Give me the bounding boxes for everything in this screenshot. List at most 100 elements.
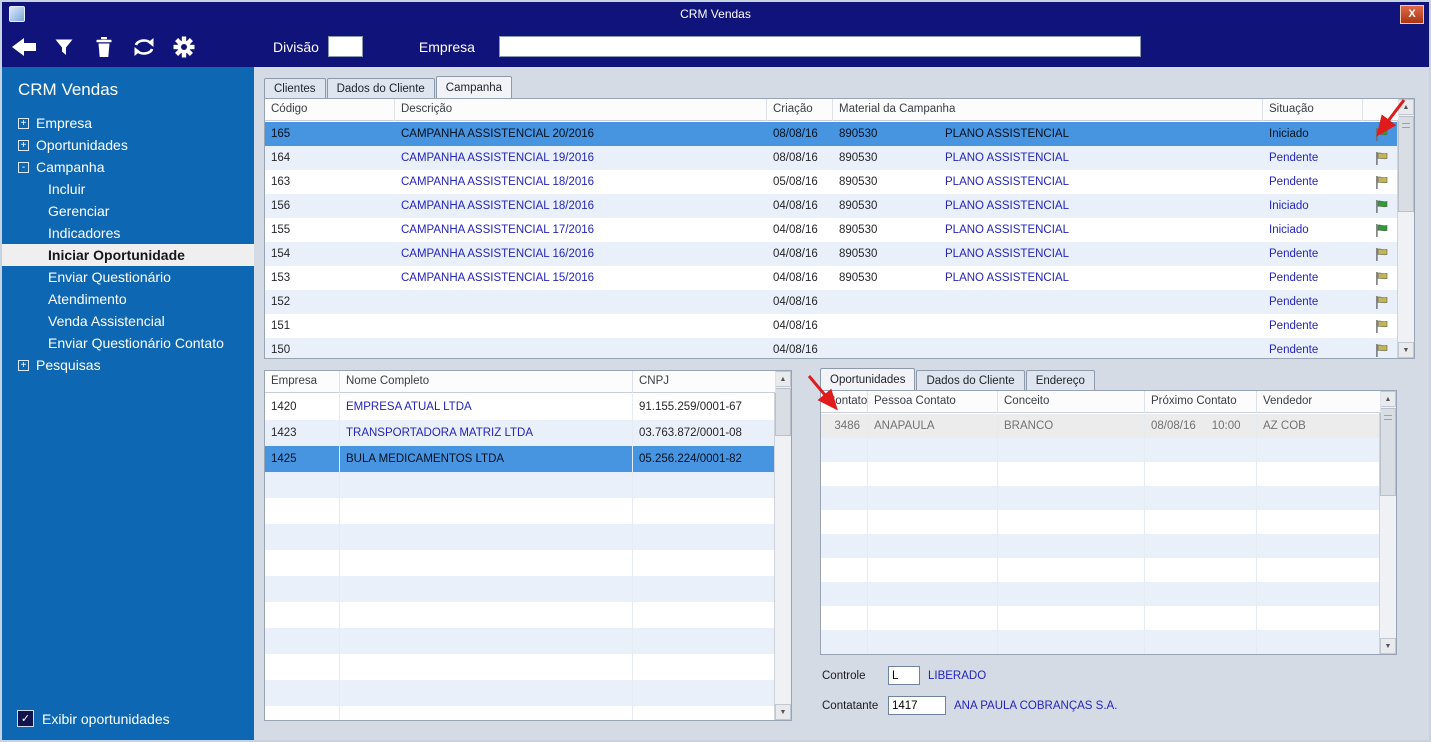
contact-row-empty[interactable] [821, 606, 1379, 630]
company-row[interactable]: 1420 EMPRESA ATUAL LTDA 91.155.259/0001-67 [265, 394, 774, 420]
sidebar-item-enviar-question-rio[interactable]: Enviar Questionário [2, 266, 254, 288]
company-row-empty[interactable] [265, 550, 774, 576]
sidebar-item-empresa[interactable]: + Empresa [2, 112, 254, 134]
expand-icon[interactable]: + [18, 139, 29, 151]
checkbox-check-icon[interactable]: ✓ [17, 710, 34, 727]
delete-icon[interactable] [90, 34, 117, 60]
column-header-proximo-contato[interactable]: Próximo Contato [1145, 391, 1257, 413]
scroll-thumb[interactable] [775, 388, 791, 436]
company-scrollbar[interactable]: ▲ ▼ [774, 371, 791, 720]
close-button[interactable]: X [1400, 4, 1424, 24]
contact-row-empty[interactable] [821, 630, 1379, 654]
company-row[interactable]: 1423 TRANSPORTADORA MATRIZ LTDA 03.763.872… [265, 420, 774, 446]
campaign-row[interactable]: 151 04/08/16 Pendente [265, 314, 1397, 338]
cell-criacao: 04/08/16 [773, 200, 818, 212]
column-header-codigo[interactable]: Código [265, 99, 395, 121]
cell-contato [821, 510, 868, 534]
tab-endere-o[interactable]: Endereço [1025, 370, 1095, 390]
column-header-criacao[interactable]: Criação [767, 99, 833, 121]
collapse-icon[interactable]: - [18, 161, 29, 173]
contact-row-empty[interactable] [821, 534, 1379, 558]
contact-row-empty[interactable] [821, 558, 1379, 582]
campaign-row[interactable]: 164 CAMPANHA ASSISTENCIAL 19/2016 08/08/16… [265, 146, 1397, 170]
column-header-vendedor[interactable]: Vendedor [1257, 391, 1381, 413]
cell-conceito [998, 510, 1145, 534]
contacts-scrollbar[interactable]: ▲ ▼ [1379, 391, 1396, 654]
sidebar-item-atendimento[interactable]: Atendimento [2, 288, 254, 310]
column-header-descricao[interactable]: Descrição [395, 99, 767, 121]
campaign-scrollbar[interactable]: ▲ ▼ [1397, 99, 1414, 358]
campaign-row[interactable]: 152 04/08/16 Pendente [265, 290, 1397, 314]
campaign-row[interactable]: 156 CAMPANHA ASSISTENCIAL 18/2016 04/08/16… [265, 194, 1397, 218]
settings-icon[interactable] [170, 34, 197, 60]
campaign-row[interactable]: 163 CAMPANHA ASSISTENCIAL 18/2016 05/08/16… [265, 170, 1397, 194]
campaign-row[interactable]: 153 CAMPANHA ASSISTENCIAL 15/2016 04/08/16… [265, 266, 1397, 290]
contact-row-empty[interactable] [821, 438, 1379, 462]
sidebar-item-indicadores[interactable]: Indicadores [2, 222, 254, 244]
filter-icon[interactable] [50, 34, 77, 60]
company-row-empty[interactable] [265, 680, 774, 706]
contact-row-empty[interactable] [821, 582, 1379, 606]
scroll-down-button[interactable]: ▼ [1398, 342, 1414, 358]
campaign-row[interactable]: 165 CAMPANHA ASSISTENCIAL 20/2016 08/08/16… [265, 122, 1397, 146]
sidebar-item-incluir[interactable]: Incluir [2, 178, 254, 200]
company-row-empty[interactable] [265, 524, 774, 550]
column-header-pessoa-contato[interactable]: Pessoa Contato [868, 391, 998, 413]
sidebar-item-oportunidades[interactable]: + Oportunidades [2, 134, 254, 156]
expand-icon[interactable]: + [18, 359, 29, 371]
scroll-up-button[interactable]: ▲ [1398, 99, 1414, 115]
company-row-empty[interactable] [265, 602, 774, 628]
campaign-row[interactable]: 154 CAMPANHA ASSISTENCIAL 16/2016 04/08/16… [265, 242, 1397, 266]
company-row-empty[interactable] [265, 654, 774, 680]
campaign-row[interactable]: 150 04/08/16 Pendente [265, 338, 1397, 358]
campaign-row[interactable]: 155 CAMPANHA ASSISTENCIAL 17/2016 04/08/16… [265, 218, 1397, 242]
controle-input[interactable] [888, 666, 920, 685]
flag-yellow-icon [1363, 314, 1397, 338]
refresh-icon[interactable] [130, 34, 157, 60]
sidebar-item-enviar-question-rio-contato[interactable]: Enviar Questionário Contato [2, 332, 254, 354]
expand-icon[interactable]: + [18, 117, 29, 129]
sidebar-item-campanha[interactable]: - Campanha [2, 156, 254, 178]
tab-dados-do-cliente[interactable]: Dados do Cliente [916, 370, 1025, 390]
cell-material: PLANO ASSISTENCIAL [945, 272, 1069, 284]
column-header-situacao[interactable]: Situação [1263, 99, 1363, 121]
sidebar-item-iniciar-oportunidade[interactable]: Iniciar Oportunidade [2, 244, 254, 266]
tab-oportunidades[interactable]: Oportunidades [820, 368, 916, 390]
sidebar-item-label: Pesquisas [36, 357, 101, 373]
tab-dados-do-cliente[interactable]: Dados do Cliente [326, 78, 435, 98]
cell-contato: 3486 [821, 414, 868, 438]
sidebar-item-gerenciar[interactable]: Gerenciar [2, 200, 254, 222]
contatante-input[interactable] [888, 696, 946, 715]
scroll-thumb[interactable] [1380, 408, 1396, 496]
company-row-empty[interactable] [265, 472, 774, 498]
column-header-contato[interactable]: Contato [821, 391, 868, 413]
empresa-input[interactable] [498, 36, 1141, 57]
scroll-up-button[interactable]: ▲ [775, 371, 791, 387]
contact-row[interactable]: 3486 ANAPAULA BRANCO 08/08/16 10:00 AZ COB [821, 414, 1379, 438]
tab-campanha[interactable]: Campanha [435, 76, 513, 98]
contact-row-empty[interactable] [821, 462, 1379, 486]
divisao-input[interactable] [327, 36, 363, 57]
sidebar-item-venda-assistencial[interactable]: Venda Assistencial [2, 310, 254, 332]
scroll-down-button[interactable]: ▼ [775, 704, 791, 720]
column-header-nome-completo[interactable]: Nome Completo [340, 371, 633, 393]
back-icon[interactable] [10, 34, 37, 60]
sidebar-item-pesquisas[interactable]: + Pesquisas [2, 354, 254, 376]
contact-row-empty[interactable] [821, 510, 1379, 534]
column-header-cnpj[interactable]: CNPJ [633, 371, 776, 393]
column-header-material[interactable]: Material da Campanha [833, 99, 1263, 121]
contact-row-empty[interactable] [821, 486, 1379, 510]
scroll-down-button[interactable]: ▼ [1380, 638, 1396, 654]
scroll-thumb[interactable] [1398, 116, 1414, 212]
column-header-conceito[interactable]: Conceito [998, 391, 1145, 413]
tab-clientes[interactable]: Clientes [264, 78, 326, 98]
company-row[interactable]: 1425 BULA MEDICAMENTOS LTDA 05.256.224/000… [265, 446, 774, 472]
company-row-empty[interactable] [265, 498, 774, 524]
toolbar: Divisão Empresa [2, 26, 1429, 67]
scroll-up-button[interactable]: ▲ [1380, 391, 1396, 407]
company-row-empty[interactable] [265, 628, 774, 654]
company-row-empty[interactable] [265, 706, 774, 720]
column-header-empresa[interactable]: Empresa [265, 371, 340, 393]
exibir-oportunidades-checkbox[interactable]: ✓ Exibir oportunidades [17, 710, 170, 727]
company-row-empty[interactable] [265, 576, 774, 602]
